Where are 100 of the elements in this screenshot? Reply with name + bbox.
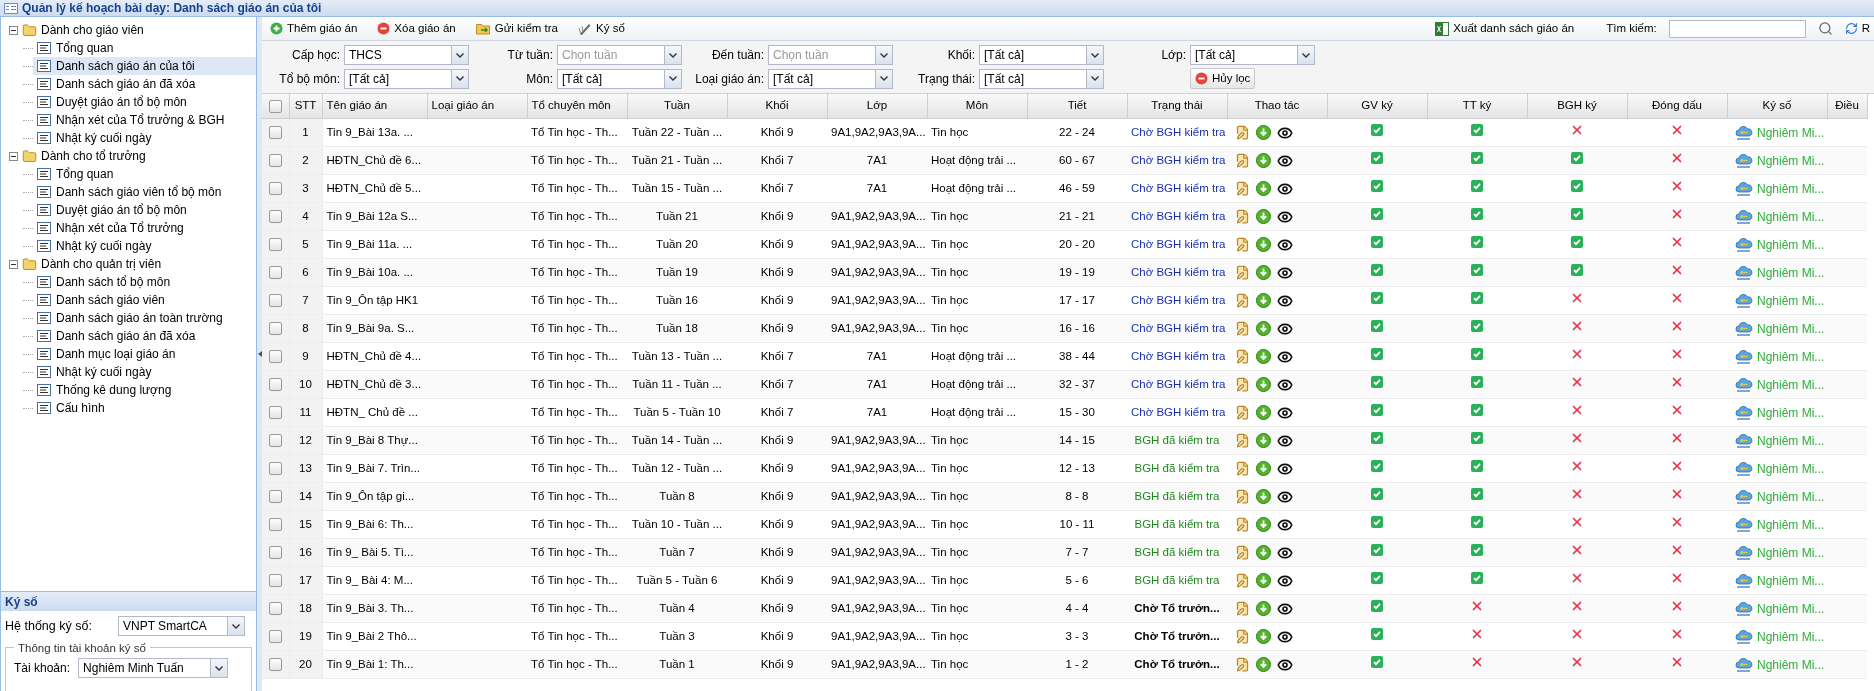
column-header[interactable]: Ký số: [1727, 94, 1827, 119]
tree-item[interactable]: Danh sách giáo án toàn trường: [33, 309, 256, 327]
row-checkbox[interactable]: [268, 238, 282, 252]
download-icon[interactable]: [1256, 517, 1271, 532]
tree-item[interactable]: Nhận xét của Tổ trưởng & BGH: [33, 111, 256, 129]
download-icon[interactable]: [1256, 433, 1271, 448]
column-header[interactable]: Tổ chuyên môn: [527, 94, 627, 119]
edit-icon[interactable]: [1235, 629, 1250, 644]
download-icon[interactable]: [1256, 573, 1271, 588]
edit-icon[interactable]: [1235, 461, 1250, 476]
edit-icon[interactable]: [1235, 601, 1250, 616]
table-row[interactable]: 9 HĐTN_Chủ đề 4... Tổ Tin học - Th... Tuần 13 - Tuần ... Khối 7 7A1 Hoạt động trải ... 38 - 44 Chờ BGH kiểm tra Nghiêm Mi...: [262, 342, 1867, 371]
column-header[interactable]: STT: [289, 94, 322, 119]
tree-item[interactable]: Danh sách tổ bộ môn: [33, 273, 256, 291]
dropdown[interactable]: Nghiêm Minh Tuấn: [78, 658, 229, 678]
download-icon[interactable]: [1256, 293, 1271, 308]
dropdown[interactable]: VNPT SmartCA: [118, 616, 245, 636]
table-row[interactable]: 15 Tin 9_Bài 6: Th... Tổ Tin học - Th... Tuần 10 - Tuần ... Khối 9 9A1,9A2,9A3,9A... Tin học 10 - 11 BGH đã kiểm tra Nghiêm Mi...: [262, 510, 1867, 539]
download-icon[interactable]: [1256, 181, 1271, 196]
edit-icon[interactable]: [1235, 125, 1250, 140]
row-checkbox[interactable]: [268, 574, 282, 588]
row-checkbox[interactable]: [268, 154, 282, 168]
row-checkbox[interactable]: [268, 210, 282, 224]
row-checkbox[interactable]: [268, 602, 282, 616]
download-icon[interactable]: [1256, 405, 1271, 420]
toolbar-button[interactable]: Thêm giáo án: [266, 18, 362, 39]
edit-icon[interactable]: [1235, 153, 1250, 168]
tree-item[interactable]: Nhật ký cuối ngày: [33, 363, 256, 381]
table-row[interactable]: 8 Tin 9_Bài 9a. S... Tổ Tin học - Th... Tuần 18 Khối 9 9A1,9A2,9A3,9A... Tin học 16 - 16 Chờ BGH kiểm tra Nghiêm Mi...: [262, 314, 1867, 343]
dropdown[interactable]: [Tất cả]: [344, 68, 469, 89]
tree-item[interactable]: Danh mục loại giáo án: [33, 345, 256, 363]
download-icon[interactable]: [1256, 349, 1271, 364]
dropdown[interactable]: [Tất cả]: [557, 68, 682, 89]
row-checkbox[interactable]: [268, 546, 282, 560]
download-icon[interactable]: [1256, 629, 1271, 644]
column-header[interactable]: Tiết: [1027, 94, 1127, 119]
column-header[interactable]: Thao tác: [1227, 94, 1327, 119]
clear-filter-button[interactable]: Hủy lọc: [1190, 68, 1256, 89]
edit-icon[interactable]: [1235, 657, 1250, 672]
column-header[interactable]: Đóng dấu: [1627, 94, 1727, 119]
tree-item[interactable]: Danh sách giáo án đã xóa: [33, 327, 256, 345]
download-icon[interactable]: [1256, 489, 1271, 504]
table-row[interactable]: 17 Tin 9_ Bài 4: M... Tổ Tin học - Th... Tuần 5 - Tuần 6 Khối 9 9A1,9A2,9A3,9A... Tin học 5 - 6 BGH đã kiểm tra Nghiêm Mi...: [262, 566, 1867, 595]
edit-icon[interactable]: [1235, 349, 1250, 364]
download-icon[interactable]: [1256, 125, 1271, 140]
table-row[interactable]: 16 Tin 9_ Bài 5. Tì... Tổ Tin học - Th... Tuần 7 Khối 9 9A1,9A2,9A3,9A... Tin học 7 - 7 BGH đã kiểm tra Nghiêm Mi...: [262, 538, 1867, 567]
toolbar-button[interactable]: Xóa giáo án: [373, 18, 460, 39]
download-icon[interactable]: [1256, 545, 1271, 560]
table-row[interactable]: 5 Tin 9_Bài 11a. ... Tổ Tin học - Th... Tuần 20 Khối 9 9A1,9A2,9A3,9A... Tin học 20 - 20 Chờ BGH kiểm tra Nghiêm Mi...: [262, 230, 1867, 259]
refresh-button[interactable]: R: [1844, 18, 1870, 39]
download-icon[interactable]: [1256, 321, 1271, 336]
row-checkbox[interactable]: [268, 378, 282, 392]
download-icon[interactable]: [1256, 209, 1271, 224]
table-row[interactable]: 10 HĐTN_Chủ đề 3... Tổ Tin học - Th... Tuần 11 - Tuần ... Khối 7 7A1 Hoạt động trải ... 32 - 37 Chờ BGH kiểm tra Nghiêm Mi...: [262, 370, 1867, 399]
edit-icon[interactable]: [1235, 405, 1250, 420]
dropdown[interactable]: [Tất cả]: [979, 68, 1104, 89]
edit-icon[interactable]: [1235, 265, 1250, 280]
tree-group-label[interactable]: Dành cho tổ trưởng: [41, 147, 146, 165]
column-header[interactable]: Khối: [727, 94, 827, 119]
table-row[interactable]: 13 Tin 9_Bài 7. Trìn... Tổ Tin học - Th... Tuần 12 - Tuần ... Khối 9 9A1,9A2,9A3,9A... Tin học 12 - 13 BGH đã kiểm tra Nghiêm Mi...: [262, 454, 1867, 483]
dropdown[interactable]: [Tất cả]: [1190, 45, 1315, 65]
table-row[interactable]: 1 Tin 9_Bài 13a. ... Tổ Tin học - Th... Tuần 22 - Tuần ... Khối 9 9A1,9A2,9A3,9A... Tin học 22 - 24 Chờ BGH kiểm tra Nghiêm Mi...: [262, 118, 1867, 147]
column-header[interactable]: BGH ký: [1527, 94, 1627, 119]
tree-item[interactable]: Danh sách giáo viên: [33, 291, 256, 309]
tree-item[interactable]: Nhật ký cuối ngày: [33, 129, 256, 147]
column-header[interactable]: Loại giáo án: [427, 94, 527, 119]
table-row[interactable]: 6 Tin 9_Bài 10a. ... Tổ Tin học - Th... Tuần 19 Khối 9 9A1,9A2,9A3,9A... Tin học 19 - 19 Chờ BGH kiểm tra Nghiêm Mi...: [262, 258, 1867, 287]
download-icon[interactable]: [1256, 265, 1271, 280]
table-row[interactable]: 2 HĐTN_Chủ đề 6... Tổ Tin học - Th... Tuần 21 - Tuần ... Khối 7 7A1 Hoạt động trải ... 60 - 67 Chờ BGH kiểm tra Nghiêm Mi...: [262, 146, 1867, 175]
column-header[interactable]: TT ký: [1427, 94, 1527, 119]
row-checkbox[interactable]: [268, 294, 282, 308]
row-checkbox[interactable]: [268, 658, 282, 672]
download-icon[interactable]: [1256, 657, 1271, 672]
toolbar-button[interactable]: Gửi kiểm tra: [471, 18, 562, 39]
column-header[interactable]: Lớp: [827, 94, 927, 119]
tree-item[interactable]: Danh sách giáo án đã xóa: [33, 75, 256, 93]
select-all-checkbox[interactable]: [268, 100, 282, 114]
row-checkbox[interactable]: [268, 630, 282, 644]
row-checkbox[interactable]: [268, 350, 282, 364]
dropdown[interactable]: [Tất cả]: [979, 45, 1104, 65]
edit-icon[interactable]: [1235, 377, 1250, 392]
download-icon[interactable]: [1256, 153, 1271, 168]
column-header[interactable]: GV ký: [1327, 94, 1427, 119]
collapse-icon[interactable]: [9, 259, 18, 269]
row-checkbox[interactable]: [268, 266, 282, 280]
table-row[interactable]: 19 Tin 9_Bài 2 Thô... Tổ Tin học - Th... Tuần 3 Khối 9 9A1,9A2,9A3,9A... Tin học 3 - 3 Chờ Tổ trưởn... Nghiêm Mi...: [262, 622, 1867, 651]
dropdown[interactable]: THCS: [344, 45, 469, 65]
tree-group-label[interactable]: Dành cho quản trị viên: [41, 255, 162, 273]
toolbar-button[interactable]: Ký số: [574, 18, 629, 39]
edit-icon[interactable]: [1235, 209, 1250, 224]
search-icon[interactable]: [1817, 21, 1833, 36]
edit-icon[interactable]: [1235, 293, 1250, 308]
collapse-arrow-icon[interactable]: [257, 351, 262, 357]
edit-icon[interactable]: [1235, 545, 1250, 560]
column-header[interactable]: Tên giáo án: [322, 94, 427, 119]
collapse-icon[interactable]: [9, 151, 18, 161]
row-checkbox[interactable]: [268, 518, 282, 532]
edit-icon[interactable]: [1235, 433, 1250, 448]
download-icon[interactable]: [1256, 237, 1271, 252]
download-icon[interactable]: [1256, 377, 1271, 392]
